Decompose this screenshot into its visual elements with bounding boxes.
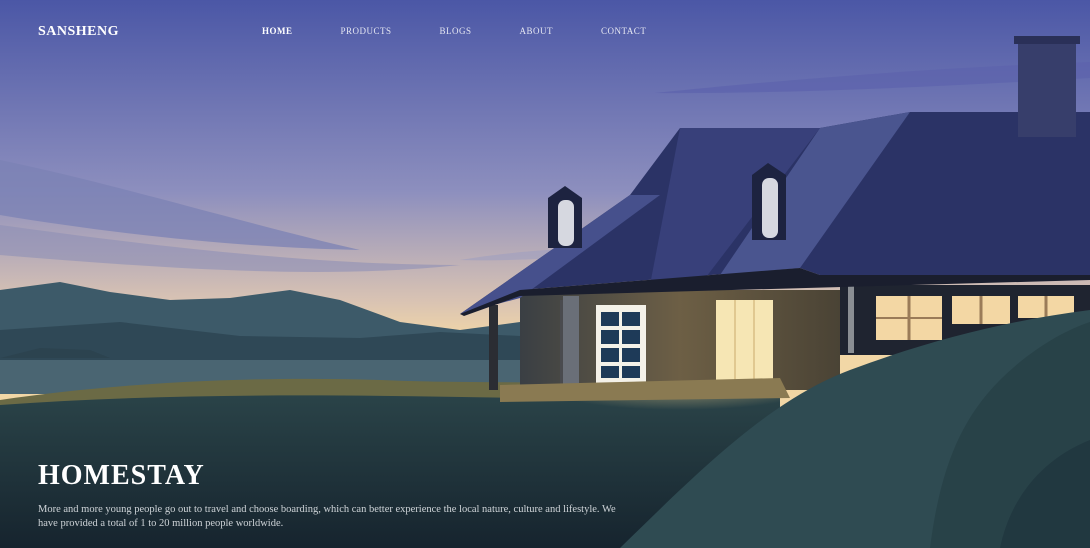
hero-title: HOMESTAY — [38, 460, 205, 491]
porch-post — [848, 278, 854, 353]
nav-blogs[interactable]: BLOGS — [440, 26, 472, 36]
nav-products[interactable]: PRODUCTS — [341, 26, 392, 36]
hero-description: More and more young people go out to tra… — [38, 504, 616, 529]
main-nav: HOME PRODUCTS BLOGS ABOUT CONTACT — [262, 26, 694, 36]
dormer-window — [762, 178, 778, 238]
french-door — [596, 305, 646, 383]
nav-home[interactable]: HOME — [262, 26, 293, 36]
porch-post — [489, 305, 498, 390]
nav-contact[interactable]: CONTACT — [601, 26, 646, 36]
lit-window — [716, 300, 773, 382]
nav-about[interactable]: ABOUT — [520, 26, 554, 36]
brand-logo[interactable]: SANSHENG — [38, 24, 119, 40]
dormer-window — [558, 200, 574, 246]
top-navigation-bar: SANSHENG HOME PRODUCTS BLOGS ABOUT CONTA… — [0, 0, 1090, 64]
homestay-landing-page: SANSHENG HOME PRODUCTS BLOGS ABOUT CONTA… — [0, 0, 1090, 548]
side-door — [563, 296, 579, 384]
